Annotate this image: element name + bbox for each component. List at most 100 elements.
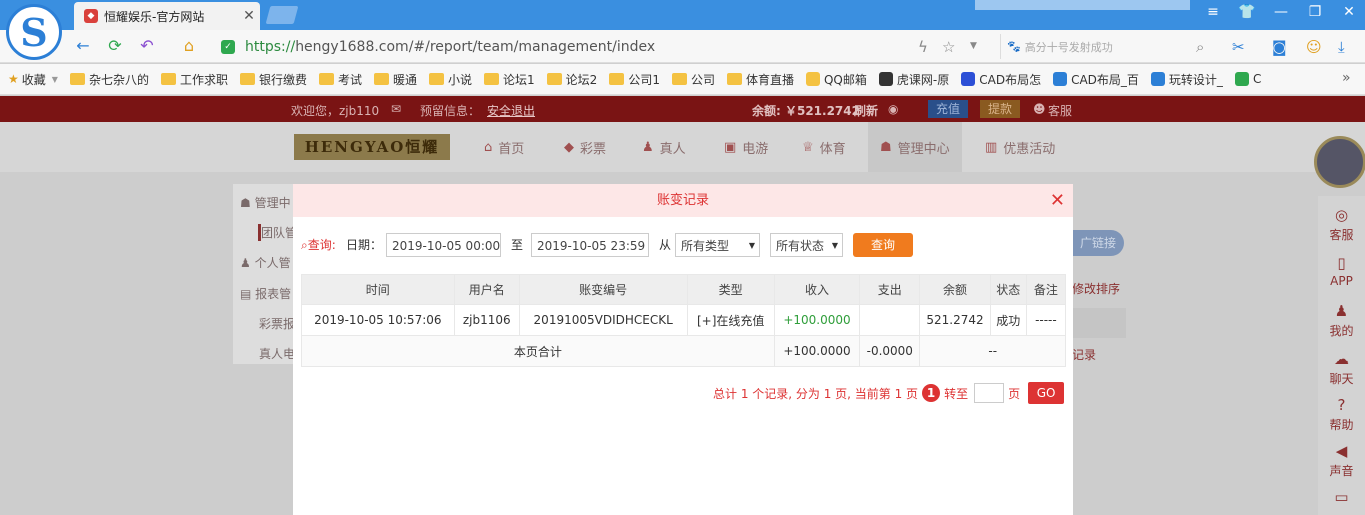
bookmark-item[interactable]: 杂七杂八的 — [69, 71, 149, 88]
date-from-input[interactable]: 2019-10-05 00:00 — [386, 233, 501, 257]
tab-title: 恒耀娱乐-官方网站 — [104, 9, 205, 24]
close-window-icon[interactable]: ✕ — [1336, 4, 1362, 20]
service-link[interactable]: 客服 — [1048, 102, 1072, 119]
rail-desktop[interactable]: ▭ — [1318, 488, 1365, 508]
nav-live[interactable]: ♟ 真人 — [642, 138, 686, 157]
rail-help[interactable]: ? 帮助 — [1318, 396, 1365, 433]
download-icon[interactable]: ⤓ — [1338, 38, 1345, 56]
total-balance: -- — [919, 335, 1066, 367]
bookmark-item[interactable]: 论坛2 — [546, 71, 597, 88]
bookmark-item[interactable]: CAD布局_百 — [1053, 71, 1139, 88]
rail-chat[interactable]: ☁ 聊天 — [1318, 350, 1365, 387]
search-icon[interactable]: ⌕ — [1196, 38, 1204, 56]
bookmark-item[interactable]: 暖通 — [374, 71, 417, 88]
query-label: ⌕查询: — [301, 233, 336, 257]
bookmarks-overflow-icon[interactable]: » — [1342, 70, 1351, 86]
sidebar-item-reports[interactable]: ▤ 报表管 — [240, 285, 291, 302]
rail-app[interactable]: ▯ APP — [1318, 254, 1365, 288]
nav-management[interactable]: ☗ 管理中心 — [868, 122, 962, 172]
new-tab-button[interactable] — [265, 6, 299, 24]
tab-close-icon[interactable]: ✕ — [238, 8, 260, 24]
recharge-button[interactable]: 充值 — [928, 100, 969, 118]
search-placeholder: 高分十号发射成功 — [1024, 40, 1113, 54]
chevron-down-icon: ▼ — [51, 74, 58, 84]
mail-icon[interactable]: ✉ — [391, 102, 401, 116]
sidebar-item-lottery-report[interactable]: 彩票报 — [259, 315, 295, 332]
nav-lottery[interactable]: ◆ 彩票 — [564, 138, 606, 157]
table-header-row: 时间 用户名 账变编号 类型 收入 支出 余额 状态 备注 — [301, 274, 1067, 305]
url-path: hengy1688.com/#/report/team/management/i… — [295, 38, 656, 55]
rail-sound[interactable]: ◀ 声音 — [1318, 442, 1365, 479]
back-icon[interactable]: ← — [72, 36, 94, 55]
user-icon: ♟ — [1334, 302, 1349, 320]
bookmark-item[interactable]: 工作求职 — [160, 71, 228, 88]
folder-icon — [726, 73, 742, 85]
nav-sports[interactable]: ♕ 体育 — [802, 138, 846, 157]
rail-service[interactable]: ◎ 客服 — [1318, 206, 1365, 243]
bookmark-item[interactable]: 虎课网-原 — [878, 71, 949, 88]
type-select[interactable]: 所有类型 — [675, 233, 760, 258]
go-button[interactable]: GO — [1028, 382, 1065, 404]
notice-label: 预留信息： — [420, 104, 481, 118]
skin-icon[interactable]: 👕 — [1234, 4, 1260, 20]
folder-icon — [160, 73, 176, 85]
edit-sort-link[interactable]: 修改排序 — [1072, 280, 1120, 297]
status-select[interactable]: 所有状态 — [770, 233, 843, 258]
folder-icon — [69, 73, 85, 85]
help-icon: ? — [1337, 396, 1346, 414]
home-icon[interactable]: ⌂ — [178, 36, 200, 55]
dropdown-icon[interactable]: ▼ — [970, 41, 977, 51]
restore-icon[interactable]: ❐ — [1302, 4, 1328, 20]
scissors-icon[interactable]: ✂ — [1232, 38, 1245, 56]
bookmark-item[interactable]: 玩转设计_ — [1150, 71, 1223, 88]
more-icon[interactable]: ☺ — [1306, 38, 1322, 56]
date-to-input[interactable]: 2019-10-05 23:59 — [531, 233, 649, 257]
nav-promotions[interactable]: ▥ 优惠活动 — [985, 138, 1055, 157]
filter-bar: ⌕查询: 日期： 2019-10-05 00:00 至 2019-10-05 2… — [301, 233, 1061, 258]
bookmark-item[interactable]: 小说 — [429, 71, 472, 88]
folder-icon — [546, 73, 562, 85]
menu-icon[interactable]: ≡ — [1200, 4, 1226, 20]
sidebar-item-live-report[interactable]: 真人电 — [259, 345, 295, 362]
bookmark-item[interactable]: C — [1234, 72, 1261, 86]
query-button[interactable]: 查询 — [853, 233, 913, 257]
undo-icon[interactable]: ↶ — [136, 36, 158, 55]
bookmark-item[interactable]: CAD布局怎 — [961, 71, 1041, 88]
bookmark-item[interactable]: 考试 — [318, 71, 362, 88]
withdraw-button[interactable]: 提款 — [980, 100, 1021, 118]
sidebar-item-management[interactable]: ☗ 管理中 — [240, 194, 291, 211]
logout-link[interactable]: 安全退出 — [487, 102, 535, 119]
bookmark-item[interactable]: 公司1 — [609, 71, 660, 88]
translate-icon[interactable]: ◙ — [1272, 38, 1287, 56]
eye-icon[interactable]: ◉ — [888, 102, 898, 116]
nav-slots[interactable]: ▣ 电游 — [724, 138, 768, 157]
pager-page-input[interactable] — [974, 383, 1005, 403]
bookmark-favorites[interactable]: ★ 收藏 ▼ — [8, 71, 58, 88]
bookmark-item[interactable]: 论坛1 — [484, 71, 535, 88]
date-to-value: 2019-10-05 23:59 — [537, 239, 646, 253]
secure-shield-icon: ✓ — [221, 39, 235, 54]
search-input[interactable]: 🐾 高分十号发射成功 — [1000, 34, 1218, 59]
bookmark-item[interactable]: 体育直播 — [726, 71, 794, 88]
nav-home[interactable]: ⌂ 首页 — [484, 138, 524, 157]
pager-current-page[interactable]: 1 — [922, 384, 941, 402]
star-icon[interactable]: ☆ — [942, 38, 955, 56]
bookmark-item[interactable]: 公司 — [671, 71, 715, 88]
record-link[interactable]: 记录 — [1072, 346, 1096, 363]
table-header-bg — [1072, 308, 1126, 338]
close-icon[interactable]: ✕ — [1050, 184, 1065, 217]
col-transaction-id: 账变编号 — [518, 274, 688, 305]
refresh-link[interactable]: 刷新 — [854, 102, 878, 119]
lightning-icon[interactable]: ϟ — [918, 38, 928, 56]
browser-tab[interactable]: ◆ 恒耀娱乐-官方网站 ✕ — [74, 2, 260, 30]
rail-mine[interactable]: ♟ 我的 — [1318, 302, 1365, 339]
sidebar-item-team[interactable]: 团队管 — [258, 224, 297, 241]
bookmark-item[interactable]: 银行缴费 — [239, 71, 307, 88]
site-logo[interactable]: HENGYAO恒耀 — [294, 134, 450, 160]
bookmark-item[interactable]: QQ邮箱 — [805, 71, 867, 88]
reload-icon[interactable]: ⟳ — [104, 36, 126, 55]
minimize-icon[interactable]: — — [1268, 4, 1294, 20]
sidebar-item-personal[interactable]: ♟ 个人管 — [240, 254, 291, 271]
sidebar-label: 真人电 — [259, 347, 296, 361]
address-bar[interactable]: ✓ https://hengy1688.com/#/report/team/ma… — [213, 34, 991, 59]
